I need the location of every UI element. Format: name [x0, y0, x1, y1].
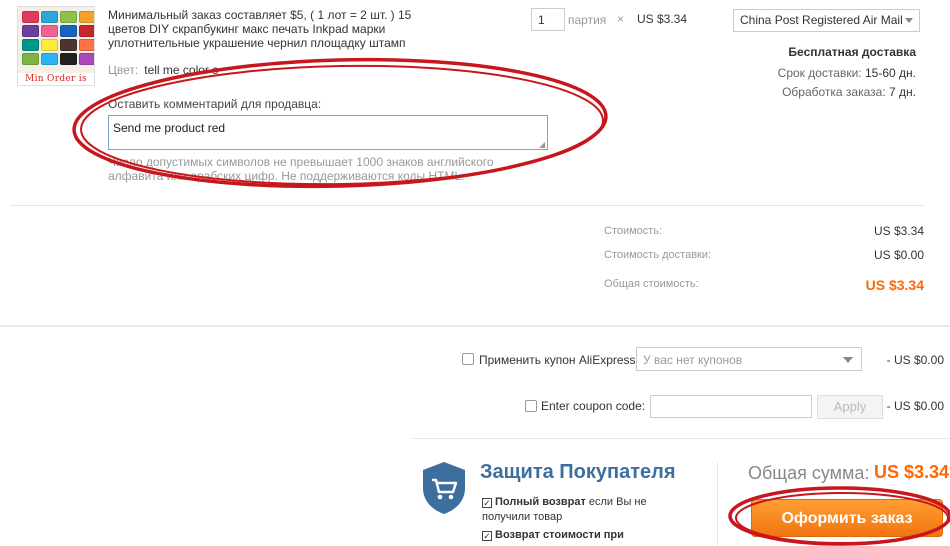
grand-total-label: Общая сумма: [748, 463, 870, 483]
quantity-input[interactable] [531, 8, 565, 31]
unit-label: партия [568, 13, 607, 27]
coupon-code-label: Enter coupon code: [541, 399, 646, 413]
color-value: tell me color s [144, 63, 219, 77]
delivery-time-value: 15-60 дн. [865, 66, 916, 80]
shipping-method-value: China Post Registered Air Mail [740, 13, 903, 27]
seller-comment-input[interactable]: Send me product red [108, 115, 548, 150]
place-order-button[interactable]: Оформить заказ [751, 499, 943, 537]
unit-price: US $3.34 [637, 12, 688, 26]
shipping-cost-value: US $0.00 [873, 248, 924, 262]
free-shipping-label: Бесплатная доставка [788, 45, 916, 59]
protection-item-refund: ✓ Полный возврат если Вы не получили това… [482, 495, 692, 525]
product-color: Цвет: tell me color s [108, 63, 218, 77]
color-label: Цвет: [108, 63, 139, 77]
times-sign: × [617, 12, 625, 26]
divider [10, 205, 925, 206]
comment-hint: Число допустимых символов не превышает 1… [108, 155, 494, 183]
total-cost-value: US $3.34 [865, 277, 924, 293]
aliexpress-coupon-discount: - US $0.00 [886, 353, 944, 367]
cost-value: US $3.34 [873, 224, 924, 238]
delivery-time-label: Срок доставки: [777, 66, 862, 80]
protection-item-refund-bold: Полный возврат [495, 496, 586, 508]
total-cost-label: Общая стоимость: [604, 278, 699, 290]
comment-label: Оставить комментарий для продавца: [108, 97, 322, 111]
delivery-time: Срок доставки: 15-60 дн. [778, 66, 916, 80]
checkbox-icon: ✓ [482, 531, 492, 541]
cost-label: Стоимость: [604, 225, 663, 237]
aliexpress-coupon-checkbox[interactable] [462, 353, 474, 365]
aliexpress-coupon-select[interactable]: У вас нет купонов [636, 347, 862, 371]
protection-item-return-bold: Возврат стоимости при [495, 529, 624, 541]
product-thumbnail[interactable]: Min Order is $5 [17, 6, 95, 86]
aliexpress-coupon-label: Применить купон AliExpress: [479, 353, 639, 367]
product-title[interactable]: Минимальный заказ составляет $5, ( 1 лот… [108, 8, 418, 50]
divider [0, 325, 950, 327]
coupon-select-value: У вас нет купонов [643, 353, 743, 367]
processing-time-label: Обработка заказа: [782, 85, 886, 99]
processing-time-value: 7 дн. [889, 85, 916, 99]
shipping-cost-label: Стоимость доставки: [604, 249, 712, 261]
thumbnail-caption: Min Order is $5 [18, 73, 94, 85]
divider [412, 438, 950, 439]
processing-time: Обработка заказа: 7 дн. [782, 85, 916, 99]
coupon-code-discount: - US $0.00 [886, 399, 944, 413]
chevron-down-icon [905, 18, 913, 23]
coupon-code-input[interactable] [650, 395, 812, 418]
shield-cart-icon [423, 462, 465, 514]
checkbox-icon: ✓ [482, 498, 492, 508]
divider [717, 462, 718, 546]
apply-coupon-button[interactable]: Apply [817, 395, 883, 419]
chevron-down-icon [843, 357, 853, 363]
resize-grip-icon[interactable]: ◢ [539, 141, 547, 149]
buyer-protection-title: Защита Покупателя [480, 461, 676, 483]
coupon-code-checkbox[interactable] [525, 400, 537, 412]
protection-item-return: ✓ Возврат стоимости при [482, 528, 692, 543]
shipping-method-select[interactable]: China Post Registered Air Mail [733, 9, 920, 32]
grand-total-value: US $3.34 [874, 462, 950, 482]
